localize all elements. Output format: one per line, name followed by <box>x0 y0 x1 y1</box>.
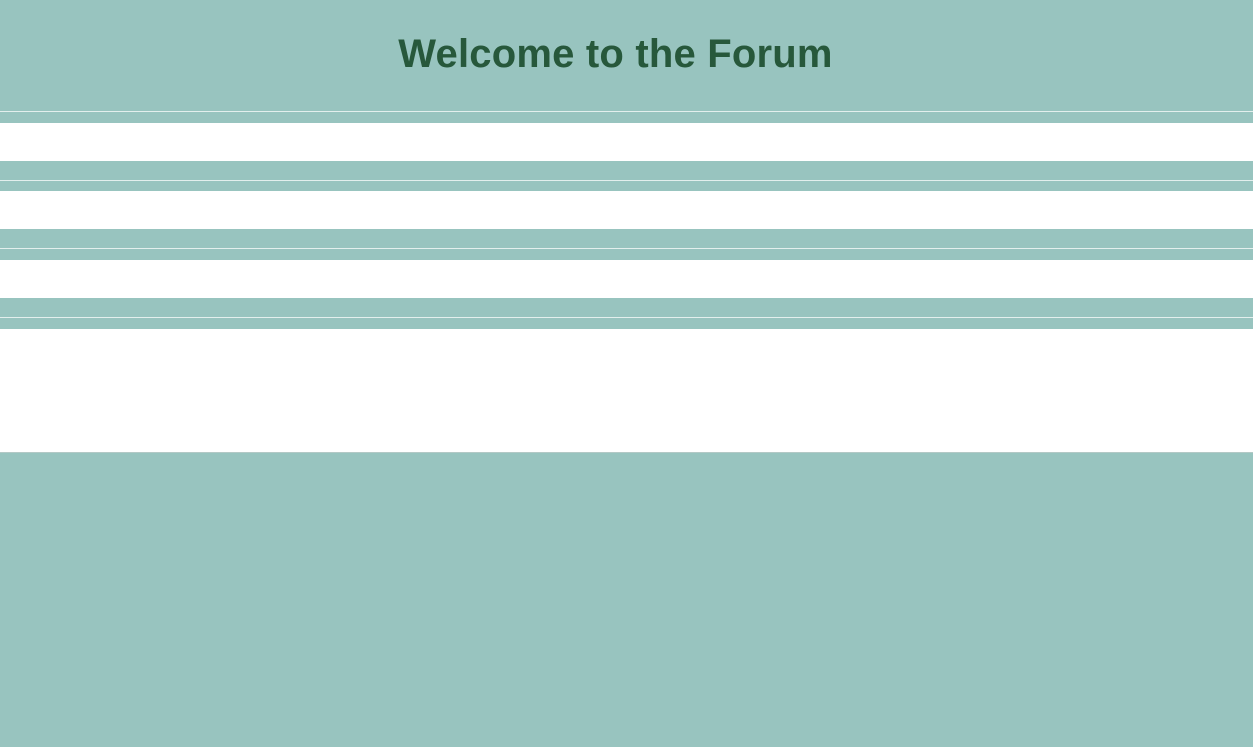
forum-header: Welcome to the Forum <box>0 0 1253 111</box>
post-separator <box>0 317 1253 318</box>
post-separator <box>0 111 1253 112</box>
page-title: Welcome to the Forum <box>398 32 833 76</box>
post-panel <box>0 260 1253 298</box>
post-separator <box>0 180 1253 181</box>
post-panel <box>0 123 1253 161</box>
forum-page: Welcome to the Forum <box>0 0 1253 747</box>
page-footer-area <box>0 453 1253 747</box>
post-panel <box>0 329 1253 452</box>
post-separator <box>0 248 1253 249</box>
post-panel <box>0 191 1253 229</box>
